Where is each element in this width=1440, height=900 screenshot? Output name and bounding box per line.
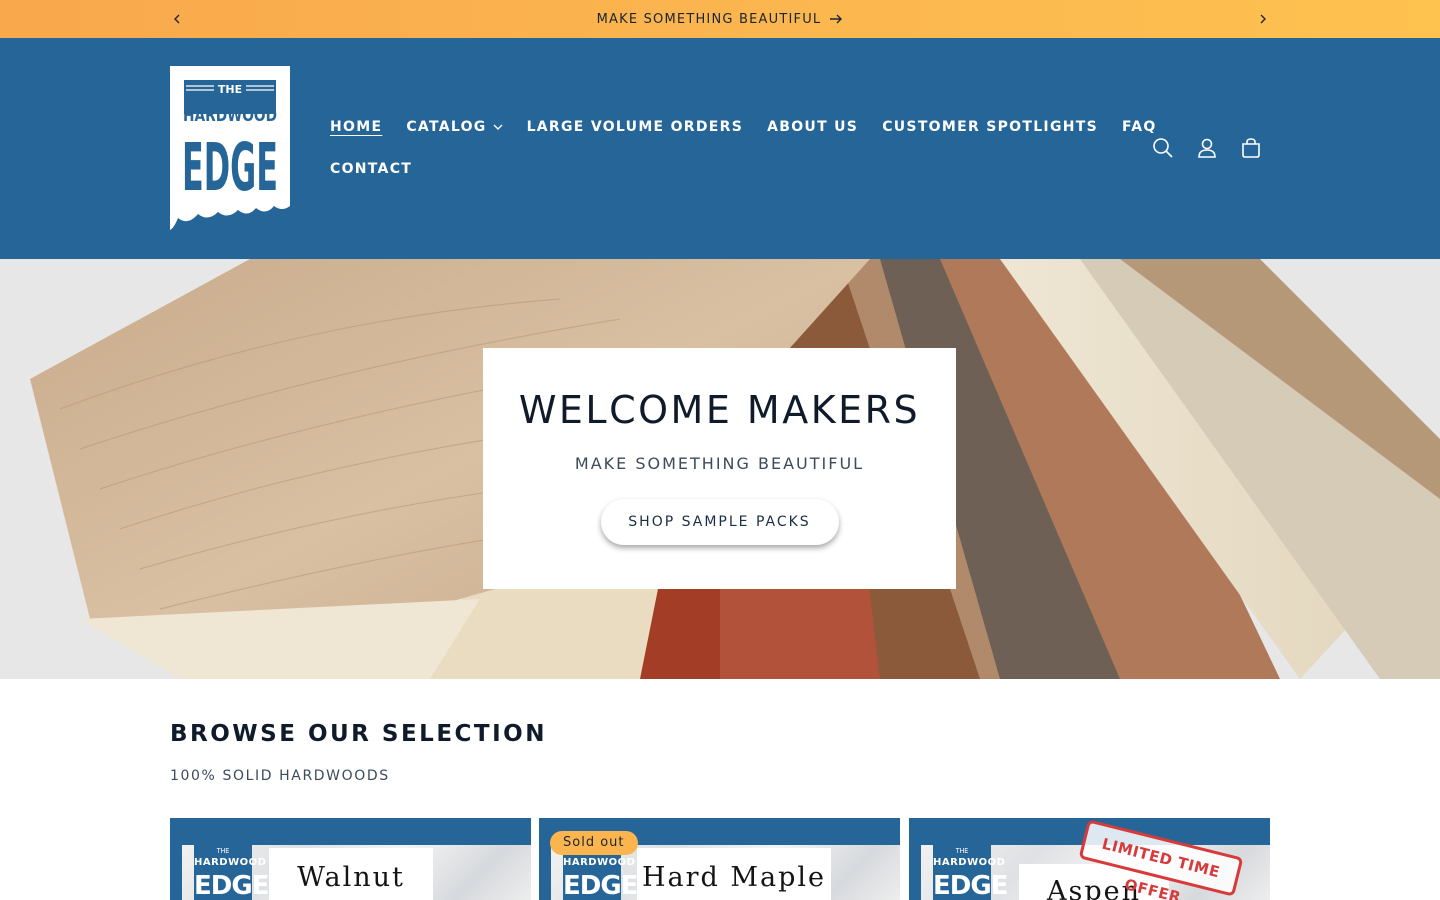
nav-label: CATALOG [406,119,487,135]
product-card-aspen[interactable]: THE HARDWOOD EDGE Aspen LIMITED TIME OFFER [909,818,1270,900]
product-card-hard-maple[interactable]: THEHARDWOODEDGE Hard Maple Sold out [539,818,900,900]
account-icon[interactable] [1194,132,1220,164]
logo-text-hardwood: HARDWOOD [183,106,277,126]
card-brand-logo: THEHARDWOODEDGE [194,845,269,900]
card-label: Walnut [269,848,433,900]
nav-label: LARGE VOLUME ORDERS [526,119,744,135]
announcement-link[interactable]: MAKE SOMETHING BEAUTIFUL [597,12,844,27]
nav-label: HOME [330,119,383,135]
shop-sample-packs-button[interactable]: SHOP SAMPLE PACKS [600,499,839,545]
cart-icon[interactable] [1238,132,1264,164]
search-icon[interactable] [1150,132,1176,164]
product-card-walnut[interactable]: THE HARDWOOD EDGE Walnut [170,818,531,900]
browse-section-title: BROWSE OUR SELECTION [170,721,547,747]
nav-item-about-us[interactable]: ABOUT US [767,119,858,135]
announcement-next-button[interactable] [1253,9,1273,29]
logo-text-the: THE [218,83,242,96]
announcement-bar: MAKE SOMETHING BEAUTIFUL [0,0,1440,38]
chevron-right-icon [1260,14,1266,24]
nav-item-large-volume-orders[interactable]: LARGE VOLUME ORDERS [527,119,744,135]
hero-banner: WELCOME MAKERS MAKE SOMETHING BEAUTIFUL … [0,259,1440,679]
card-brand-logo: THEHARDWOODEDGE [933,845,1008,900]
main-nav: HOME CATALOG LARGE VOLUME ORDERS ABOUT U… [330,106,1155,190]
hero-subtitle: MAKE SOMETHING BEAUTIFUL [574,454,865,473]
nav-label: ABOUT US [767,119,859,135]
chevron-left-icon [174,14,180,24]
nav-item-customer-spotlights[interactable]: CUSTOMER SPOTLIGHTS [882,119,1098,135]
nav-item-contact[interactable]: CONTACT [330,161,412,177]
arrow-right-icon [829,14,843,24]
site-header: THE HARDWOOD EDGE HOME CATALOG LARGE VOL… [0,38,1440,259]
browse-section-subtitle: 100% SOLID HARDWOODS [170,768,390,784]
nav-item-home[interactable]: HOME [330,119,382,135]
header-icons [1150,132,1264,164]
announcement-text: MAKE SOMETHING BEAUTIFUL [596,11,822,27]
sold-out-badge: Sold out [550,831,638,855]
announcement-prev-button[interactable] [167,9,187,29]
hero-content-box: WELCOME MAKERS MAKE SOMETHING BEAUTIFUL … [483,348,956,589]
chevron-down-icon [493,124,503,130]
nav-label: CUSTOMER SPOTLIGHTS [882,119,1098,135]
hero-title: WELCOME MAKERS [518,388,921,432]
nav-label: CONTACT [330,161,413,177]
site-logo[interactable]: THE HARDWOOD EDGE [170,66,290,232]
logo-text-edge: EDGE [182,129,278,206]
card-label: Hard Maple [637,848,831,900]
nav-item-catalog[interactable]: CATALOG [406,119,503,135]
